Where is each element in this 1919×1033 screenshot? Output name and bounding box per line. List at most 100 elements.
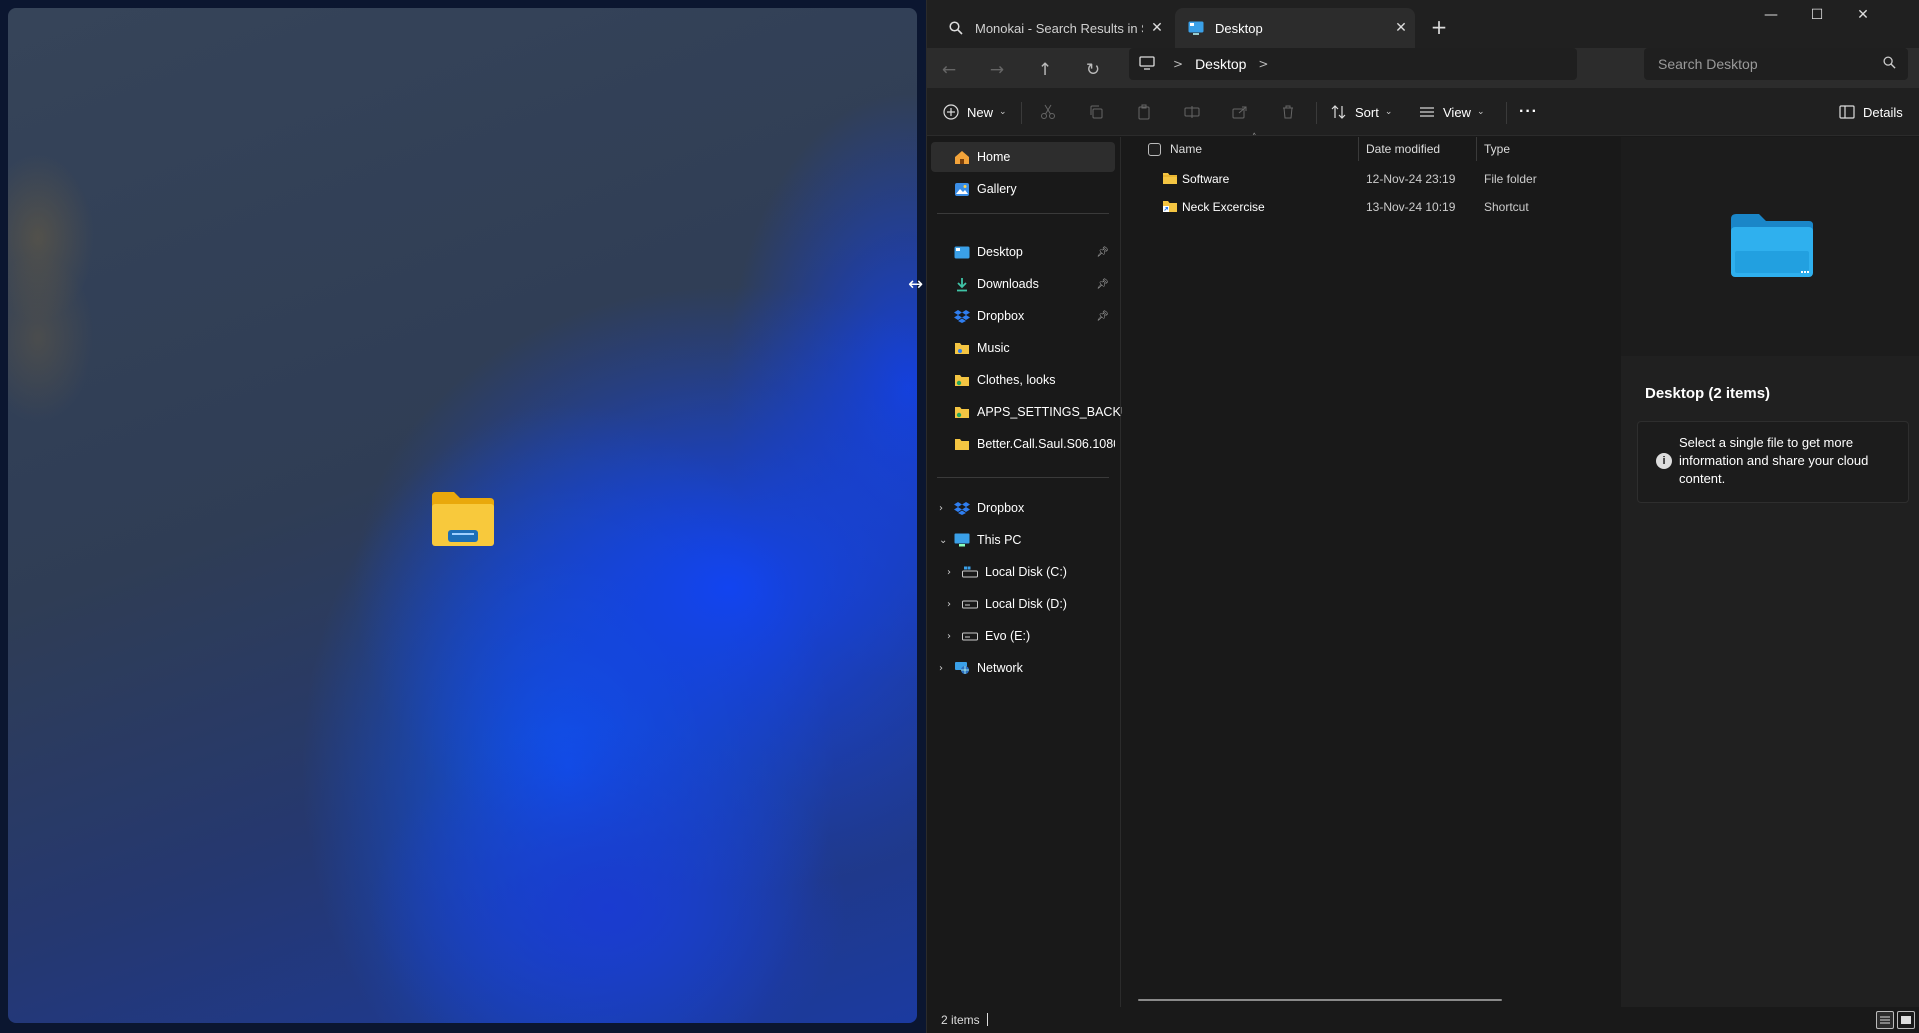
sidebar-item-label: Local Disk (C:) <box>985 565 1067 579</box>
copy-icon[interactable] <box>1085 102 1107 122</box>
info-icon: i <box>1656 453 1672 469</box>
item-count: 2 items <box>941 1013 980 1027</box>
share-icon[interactable] <box>1229 102 1251 122</box>
monitor-icon <box>1139 55 1161 73</box>
delete-icon[interactable] <box>1277 102 1299 122</box>
sidebar-item-network[interactable]: › Network <box>931 653 1115 683</box>
chevron-right-icon[interactable]: › <box>939 663 949 674</box>
chevron-right-icon[interactable]: > <box>1173 57 1183 71</box>
chevron-right-icon[interactable]: › <box>947 567 957 578</box>
file-row-software[interactable]: Software 12-Nov-24 23:19 File folder <box>1122 165 1612 193</box>
more-options-button[interactable]: ··· <box>1519 96 1538 128</box>
sidebar-divider <box>937 213 1109 214</box>
close-window-button[interactable]: ✕ <box>1840 0 1886 30</box>
sidebar-item-label: APPS_SETTINGS_BACKUP <box>977 405 1139 419</box>
minimize-button[interactable]: — <box>1748 0 1794 30</box>
sort-button[interactable]: Sort ⌄ <box>1329 96 1392 128</box>
column-header-type[interactable]: Type <box>1484 137 1510 161</box>
file-type: File folder <box>1484 172 1537 186</box>
desktop-icon <box>1187 19 1205 37</box>
sidebar-item-music[interactable]: Music <box>931 333 1115 363</box>
windows-drive-icon <box>961 564 979 580</box>
file-row-neck-excercise[interactable]: Neck Excercise 13-Nov-24 10:19 Shortcut <box>1122 193 1612 221</box>
sidebar-item-desktop[interactable]: Desktop 📌︎ <box>931 237 1115 267</box>
column-divider[interactable] <box>1358 137 1359 161</box>
details-label: Details <box>1863 104 1903 120</box>
tab-search-results[interactable]: Monokai - Search Results in Su ✕ <box>935 8 1171 48</box>
chevron-right-icon[interactable]: › <box>947 631 957 642</box>
desktop-folder-icon <box>1731 214 1813 277</box>
sidebar-divider <box>937 477 1109 478</box>
chevron-down-icon[interactable]: ⌄ <box>939 535 949 546</box>
new-button[interactable]: New ⌄ <box>941 96 1007 128</box>
sidebar-item-dropbox[interactable]: › Dropbox <box>931 493 1115 523</box>
sidebar-item-apps-settings-backup[interactable]: APPS_SETTINGS_BACKUP <box>931 397 1138 427</box>
sidebar-item-label: Desktop <box>977 245 1023 259</box>
file-name: Neck Excercise <box>1182 200 1265 214</box>
address-breadcrumb[interactable]: > Desktop > <box>1129 48 1577 80</box>
close-tab-icon[interactable]: ✕ <box>1387 20 1415 36</box>
column-divider[interactable] <box>1476 137 1477 161</box>
sidebar-item-label: Local Disk (D:) <box>985 597 1067 611</box>
view-button[interactable]: View ⌄ <box>1417 96 1485 128</box>
sidebar-item-label: Network <box>977 661 1023 675</box>
sidebar-item-evo-e[interactable]: › Evo (E:) <box>931 621 1115 651</box>
large-icons-view-icon[interactable] <box>1897 1011 1915 1029</box>
sidebar-item-home[interactable]: Home <box>931 142 1115 172</box>
column-header-name[interactable]: Name <box>1170 137 1202 161</box>
sidebar-item-label: Clothes, looks <box>977 373 1056 387</box>
details-preview <box>1621 137 1919 356</box>
sidebar-item-local-disk-c[interactable]: › Local Disk (C:) <box>931 557 1115 587</box>
dropbox-icon <box>953 500 971 516</box>
horizontal-scrollbar[interactable] <box>1138 999 1502 1001</box>
details-pane-button[interactable]: Details <box>1837 96 1903 128</box>
maximize-button[interactable]: ☐ <box>1794 0 1840 30</box>
sidebar-item-label: Dropbox <box>977 309 1025 323</box>
breadcrumb-desktop[interactable]: Desktop <box>1195 56 1246 72</box>
sidebar-item-label: This PC <box>977 533 1022 547</box>
toolbar-divider <box>1316 102 1317 124</box>
pin-icon[interactable]: 📌︎ <box>1096 279 1109 290</box>
pin-icon[interactable]: 📌︎ <box>1096 247 1109 258</box>
back-arrow-icon[interactable]: ← <box>933 56 965 84</box>
details-view-icon[interactable] <box>1876 1011 1894 1029</box>
drive-icon <box>961 596 979 612</box>
column-header-date-modified[interactable]: Date modified <box>1366 137 1440 161</box>
navigation-pane: Home Gallery Desktop 📌︎ Downloads 📌︎ Dro… <box>927 137 1138 1007</box>
tab-label: Monokai - Search Results in Su <box>975 20 1143 36</box>
sidebar-item-label: Dropbox <box>977 501 1025 515</box>
chevron-right-icon[interactable]: > <box>1258 57 1268 71</box>
sidebar-item-local-disk-d[interactable]: › Local Disk (D:) <box>931 589 1115 619</box>
rename-icon[interactable] <box>1181 102 1203 122</box>
gallery-icon <box>953 181 971 197</box>
sidebar-item-downloads[interactable]: Downloads 📌︎ <box>931 269 1115 299</box>
pin-icon[interactable]: 📌︎ <box>1096 311 1109 322</box>
paste-icon[interactable] <box>1133 102 1155 122</box>
file-name: Software <box>1182 172 1230 186</box>
chevron-right-icon[interactable]: › <box>947 599 957 610</box>
chevron-right-icon[interactable]: › <box>939 503 949 514</box>
sidebar-item-this-pc[interactable]: ⌄ This PC <box>931 525 1115 555</box>
sidebar-item-dropbox-quick[interactable]: Dropbox 📌︎ <box>931 301 1115 331</box>
new-tab-button[interactable]: + <box>1425 14 1453 42</box>
close-tab-icon[interactable]: ✕ <box>1143 20 1171 36</box>
details-pane-icon <box>1837 102 1857 122</box>
sidebar-item-better-call-saul[interactable]: Better.Call.Saul.S06.1080p. <box>931 429 1115 459</box>
select-all-checkbox[interactable] <box>1148 143 1161 156</box>
sidebar-item-gallery[interactable]: Gallery <box>931 174 1115 204</box>
forward-arrow-icon[interactable]: → <box>981 56 1013 84</box>
file-list: Name ˄ Date modified Type Software 12-No… <box>1122 133 1612 1007</box>
cut-icon[interactable] <box>1037 102 1059 122</box>
sidebar-item-clothes-looks[interactable]: Clothes, looks <box>931 365 1115 395</box>
tab-desktop[interactable]: Desktop ✕ <box>1175 8 1415 48</box>
refresh-icon[interactable]: ↻ <box>1077 56 1109 84</box>
details-title: Desktop (2 items) <box>1645 385 1771 402</box>
sort-label: Sort <box>1355 104 1379 120</box>
details-info-box: i Select a single file to get more infor… <box>1637 421 1909 503</box>
sidebar-item-label: Home <box>977 150 1011 164</box>
search-icon[interactable] <box>1883 56 1896 72</box>
plus-circle-icon <box>941 102 961 122</box>
search-input[interactable]: Search Desktop <box>1644 48 1908 80</box>
up-arrow-icon[interactable]: ↑ <box>1029 56 1061 84</box>
toolbar-divider <box>1506 102 1507 124</box>
